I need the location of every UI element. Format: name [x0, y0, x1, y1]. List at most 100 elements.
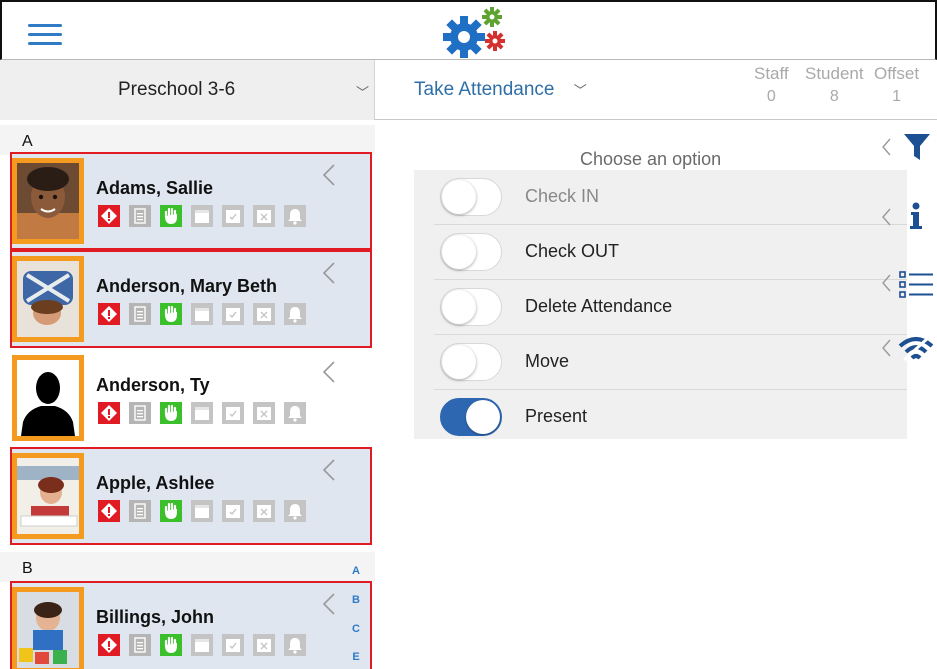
student-name: Apple, Ashlee: [96, 473, 215, 493]
calendar-icon: [191, 634, 213, 656]
stat-staff: Staff 0: [754, 64, 789, 106]
index-letter[interactable]: E: [349, 651, 363, 663]
option-delete-attendance[interactable]: Delete Attendance: [434, 280, 907, 335]
allergy-alert-icon[interactable]: [98, 500, 120, 522]
check-in-toggle[interactable]: [440, 178, 502, 216]
option-move[interactable]: Move: [434, 335, 907, 390]
allergy-alert-icon[interactable]: [98, 402, 120, 424]
calendar-check-icon: [222, 205, 244, 227]
stat-student: Student 8: [805, 64, 864, 106]
hand-icon[interactable]: [160, 500, 182, 522]
chevron-left-icon[interactable]: [320, 260, 338, 286]
index-letter[interactable]: A: [349, 565, 363, 577]
student-name: Adams, Sallie: [96, 178, 214, 198]
section-header-a: A: [0, 125, 375, 155]
student-row[interactable]: Apple, Ashlee: [10, 447, 372, 545]
student-name: Anderson, Ty: [96, 375, 210, 395]
stat-value: 8: [829, 88, 839, 105]
stat-value: 0: [766, 88, 776, 105]
chevron-left-icon[interactable]: [880, 338, 892, 358]
chevron-down-icon: ﹀: [356, 85, 370, 100]
student-photo: [12, 158, 84, 244]
wifi-icon[interactable]: [898, 334, 934, 367]
calendar-x-icon: [253, 500, 275, 522]
calendar-check-icon: [222, 402, 244, 424]
chevron-left-icon[interactable]: [320, 162, 338, 188]
allergy-alert-icon[interactable]: [98, 303, 120, 325]
check-out-toggle[interactable]: [440, 233, 502, 271]
student-photo: [12, 256, 84, 342]
calendar-x-icon: [253, 205, 275, 227]
bell-icon: [284, 205, 306, 227]
document-icon: [129, 402, 151, 424]
calendar-icon: [191, 402, 213, 424]
calendar-icon: [191, 303, 213, 325]
options-panel: Check IN Check OUT Delete Attendance Mov…: [414, 170, 907, 439]
hamburger-menu-icon[interactable]: [28, 24, 62, 46]
move-toggle[interactable]: [440, 343, 502, 381]
stat-label: Student: [805, 64, 864, 83]
chevron-left-icon[interactable]: [320, 457, 338, 483]
chevron-left-icon[interactable]: [320, 359, 338, 385]
student-name: Anderson, Mary Beth: [96, 276, 278, 296]
chevron-down-icon: ﹀: [573, 83, 587, 98]
document-icon: [129, 205, 151, 227]
action-selector-value: Take Attendance: [414, 79, 555, 100]
chevron-left-icon[interactable]: [320, 591, 338, 617]
bell-icon: [284, 500, 306, 522]
student-row[interactable]: Anderson, Ty: [10, 349, 372, 447]
chevron-left-icon[interactable]: [880, 207, 892, 227]
stat-value: 1: [892, 88, 901, 105]
index-letter[interactable]: C: [349, 623, 363, 635]
chevron-left-icon[interactable]: [880, 137, 892, 157]
action-selector[interactable]: Take Attendance ﹀: [414, 79, 587, 101]
student-row[interactable]: Billings, John: [10, 581, 372, 669]
option-label: Check OUT: [525, 241, 620, 261]
option-check-out[interactable]: Check OUT: [434, 225, 907, 280]
calendar-icon: [191, 205, 213, 227]
option-label: Delete Attendance: [525, 296, 673, 316]
hand-icon[interactable]: [160, 303, 182, 325]
list-icon[interactable]: [899, 270, 935, 305]
option-check-in[interactable]: Check IN: [434, 170, 907, 225]
document-icon: [129, 500, 151, 522]
gears-logo-icon: [442, 6, 512, 60]
hand-icon[interactable]: [160, 205, 182, 227]
index-letter[interactable]: B: [349, 594, 363, 606]
bell-icon: [284, 303, 306, 325]
delete-attendance-toggle[interactable]: [440, 288, 502, 326]
bell-icon: [284, 402, 306, 424]
chevron-left-icon[interactable]: [880, 273, 892, 293]
allergy-alert-icon[interactable]: [98, 634, 120, 656]
bell-icon: [284, 634, 306, 656]
calendar-x-icon: [253, 303, 275, 325]
filter-icon[interactable]: [903, 132, 931, 167]
option-label: Move: [525, 351, 570, 371]
document-icon: [129, 303, 151, 325]
calendar-check-icon: [222, 303, 244, 325]
option-label: Present: [525, 406, 588, 426]
options-title: Choose an option: [580, 149, 722, 169]
student-photo-placeholder: [12, 355, 84, 441]
info-icon[interactable]: [908, 202, 924, 235]
student-list[interactable]: A Adams, Sallie Anderson, Mary Beth Ande…: [0, 120, 375, 669]
hand-icon[interactable]: [160, 634, 182, 656]
attendance-stats: Staff 0 Student 8 Offset 1: [748, 64, 937, 116]
hand-icon[interactable]: [160, 402, 182, 424]
document-icon: [129, 634, 151, 656]
class-selector[interactable]: Preschool 3-6 ﹀: [0, 60, 375, 120]
app-top-bar: [0, 0, 937, 60]
calendar-check-icon: [222, 500, 244, 522]
sub-header: Preschool 3-6 ﹀ Take Attendance ﹀ Staff …: [0, 60, 937, 120]
student-row[interactable]: Anderson, Mary Beth: [10, 250, 372, 348]
student-row[interactable]: Adams, Sallie: [10, 152, 372, 250]
option-label: Check IN: [525, 186, 600, 206]
calendar-check-icon: [222, 634, 244, 656]
calendar-x-icon: [253, 402, 275, 424]
option-present[interactable]: Present: [434, 390, 907, 445]
present-toggle[interactable]: [440, 398, 502, 436]
student-photo: [12, 587, 84, 669]
allergy-alert-icon[interactable]: [98, 205, 120, 227]
student-name: Billings, John: [96, 607, 215, 627]
section-header-b: B: [0, 552, 375, 582]
